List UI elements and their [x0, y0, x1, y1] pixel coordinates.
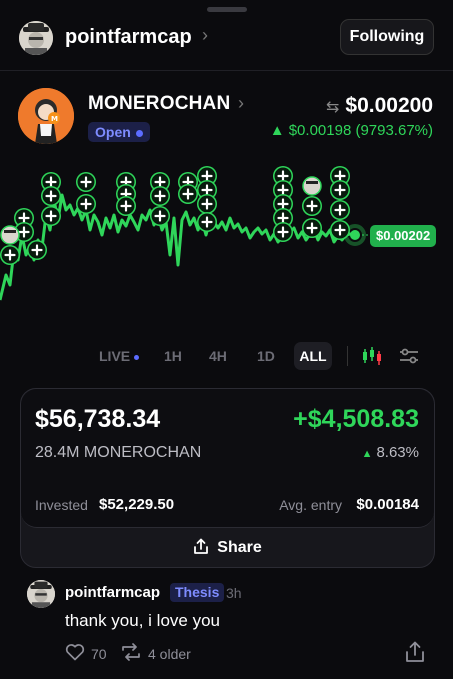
- share-icon: [194, 538, 209, 554]
- tab-live[interactable]: LIVE: [99, 342, 140, 370]
- token-price-value: $0.00200: [345, 94, 433, 117]
- profile-username[interactable]: pointfarmcap: [65, 26, 192, 49]
- profile-header: pointfarmcap › Following: [0, 14, 453, 60]
- pnl-percent-value: 8.63%: [376, 444, 419, 461]
- thesis-post: pointfarmcap Thesis 3h thank you, i love…: [0, 578, 453, 678]
- post-time: 3h: [226, 585, 242, 601]
- tab-4h[interactable]: 4H: [209, 342, 227, 370]
- tab-1d[interactable]: 1D: [257, 342, 275, 370]
- invested-value: $52,229.50: [99, 496, 175, 513]
- candlestick-icon[interactable]: [361, 346, 383, 366]
- older-count: 4 older: [148, 646, 191, 662]
- like-count: 70: [91, 646, 107, 662]
- avg-entry-value: $0.00184: [356, 496, 419, 513]
- token-name[interactable]: MONEROCHAN: [88, 93, 230, 115]
- token-avatar[interactable]: M: [18, 88, 74, 144]
- price-change: ▲ $0.00198 (9793.67%): [269, 122, 433, 139]
- status-badge: Open: [88, 122, 150, 142]
- status-badge-label: Open: [95, 124, 131, 140]
- position-card: $56,738.34 +$4,508.83 28.4M MONEROCHAN ▲…: [20, 388, 435, 568]
- svg-text:M: M: [51, 115, 58, 123]
- chevron-right-icon[interactable]: ›: [202, 25, 208, 46]
- drag-handle[interactable]: [207, 7, 247, 12]
- swap-icon[interactable]: ⇆: [326, 99, 339, 116]
- position-summary: $56,738.34 +$4,508.83 28.4M MONEROCHAN ▲…: [21, 389, 434, 528]
- position-value: $56,738.34: [35, 405, 161, 433]
- header-divider: [0, 70, 453, 71]
- position-pnl: +$4,508.83: [293, 405, 419, 433]
- tab-live-label: LIVE: [99, 348, 131, 364]
- repost-icon: [122, 643, 140, 661]
- price-chart[interactable]: [0, 160, 453, 340]
- heart-icon: [65, 644, 85, 661]
- post-avatar[interactable]: [27, 580, 55, 608]
- up-arrow-icon: ▲: [361, 448, 373, 460]
- token-summary: M MONEROCHAN › Open ⇆ $0.00200 ▲ $0.00198…: [0, 85, 453, 145]
- upload-icon[interactable]: [405, 641, 425, 663]
- older-posts-button[interactable]: 4 older: [121, 643, 221, 664]
- invested-label: Invested: [35, 497, 88, 513]
- timeframe-tabs: LIVE 1H 4H 1D ALL: [0, 342, 453, 370]
- token-price: ⇆ $0.00200: [326, 94, 433, 118]
- like-button[interactable]: 70: [65, 643, 125, 664]
- post-username[interactable]: pointfarmcap: [65, 584, 160, 601]
- chevron-right-icon[interactable]: ›: [238, 93, 244, 114]
- user-avatar[interactable]: [19, 21, 53, 55]
- following-button[interactable]: Following: [340, 19, 434, 55]
- current-price-tag: $0.00202: [370, 225, 437, 247]
- share-button[interactable]: Share: [21, 529, 434, 567]
- tab-1h[interactable]: 1H: [164, 342, 182, 370]
- holding-amount: 28.4M MONEROCHAN: [35, 444, 202, 461]
- thesis-badge: Thesis: [170, 583, 225, 602]
- tabs-divider: [347, 346, 348, 366]
- buy-marker-icon: [0, 164, 352, 267]
- tab-all[interactable]: ALL: [294, 342, 332, 370]
- live-dot-icon: [134, 354, 140, 360]
- filter-icon[interactable]: [398, 346, 420, 366]
- current-price-dot-core: [350, 230, 360, 240]
- share-label: Share: [217, 539, 262, 556]
- post-text: thank you, i love you: [65, 611, 220, 630]
- status-dot-icon: [135, 129, 143, 137]
- pnl-percent: ▲ 8.63%: [362, 444, 419, 461]
- avg-entry-label: Avg. entry: [279, 497, 342, 513]
